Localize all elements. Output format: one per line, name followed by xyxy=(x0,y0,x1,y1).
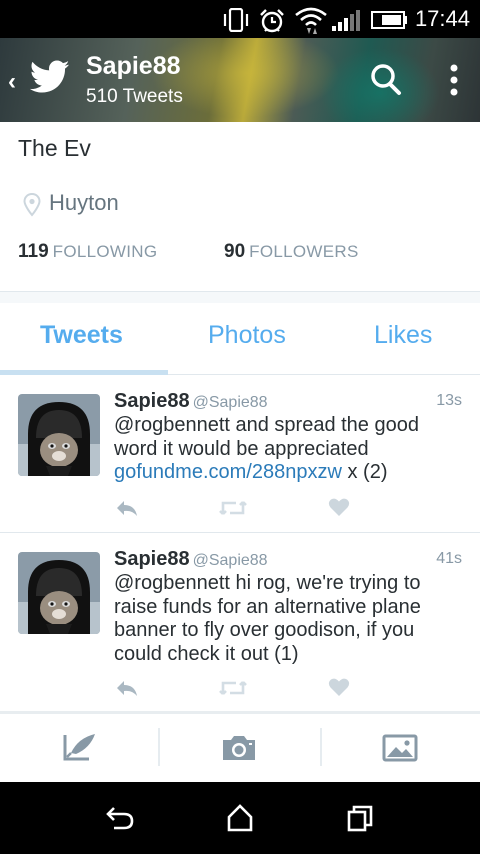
more-vert-icon xyxy=(450,64,458,96)
tweet-header: Sapie88 @Sapie88 xyxy=(114,390,268,413)
avatar-image xyxy=(18,552,100,634)
following-label: FOLLOWING xyxy=(52,242,158,261)
like-heart-icon[interactable] xyxy=(328,497,350,517)
wifi-icon xyxy=(295,7,327,34)
reply-icon[interactable] xyxy=(114,498,140,518)
avatar[interactable] xyxy=(18,552,100,634)
tweet-author-handle: @Sapie88 xyxy=(192,552,268,569)
reply-icon[interactable] xyxy=(114,678,140,698)
tweet-text: @rogbennett and spread the good word it … xyxy=(114,414,464,485)
twitter-bird-icon xyxy=(30,60,70,93)
tab-photos[interactable]: Photos xyxy=(208,321,286,350)
tweet-header: Sapie88 @Sapie88 xyxy=(114,548,268,571)
camera-button[interactable] xyxy=(199,726,279,770)
profile-tabs: Tweets Photos Likes xyxy=(0,303,480,375)
battery-icon xyxy=(371,11,407,29)
alarm-icon xyxy=(260,9,284,33)
signal-icon xyxy=(332,10,360,31)
profile-bio: The Ev xyxy=(18,135,91,161)
retweet-icon[interactable] xyxy=(218,678,248,698)
tweet-timestamp: 41s xyxy=(436,550,462,567)
avatar[interactable] xyxy=(18,394,100,476)
status-bar: 17:44 xyxy=(0,0,480,38)
search-icon xyxy=(371,64,401,95)
tab-tweets[interactable]: Tweets xyxy=(40,321,123,350)
photo-gallery-icon xyxy=(382,734,418,762)
tab-likes[interactable]: Likes xyxy=(374,321,432,350)
following-stat[interactable]: 119 FOLLOWING xyxy=(18,241,157,263)
camera-icon xyxy=(223,736,255,760)
back-icon[interactable] xyxy=(100,802,140,834)
vibrate-icon xyxy=(223,8,249,32)
tweet-item[interactable]: Sapie88 @Sapie88 41s @rogbennett hi rog, … xyxy=(0,534,480,711)
back-chevron-icon: ‹ xyxy=(8,68,16,95)
home-icon[interactable] xyxy=(220,802,260,834)
tweet-author-name[interactable]: Sapie88 xyxy=(114,548,190,570)
tweet-timestamp: 13s xyxy=(436,392,462,409)
location-pin-icon xyxy=(23,192,41,217)
system-nav-bar xyxy=(0,782,480,854)
tweet-text-tail: x (2) xyxy=(341,461,388,483)
like-heart-icon[interactable] xyxy=(328,677,350,697)
photo-gallery-button[interactable] xyxy=(360,726,440,770)
compose-divider xyxy=(320,728,322,766)
tweet-link[interactable]: gofundme.com/288npxzw xyxy=(114,461,342,483)
retweet-icon[interactable] xyxy=(218,498,248,518)
followers-count: 90 xyxy=(224,241,246,262)
tab-indicator xyxy=(0,370,168,375)
tweet-text-body: @rogbennett hi rog, we're trying to rais… xyxy=(114,572,421,665)
header-screen-name: Sapie88 xyxy=(86,52,181,80)
compose-tweet-button[interactable] xyxy=(40,726,120,770)
followers-label: FOLLOWERS xyxy=(249,242,359,261)
search-button[interactable] xyxy=(364,58,408,102)
recents-icon[interactable] xyxy=(340,802,380,834)
tweet-text-body: @rogbennett and spread the good word it … xyxy=(114,414,419,460)
status-time: 17:44 xyxy=(414,6,470,31)
back-button[interactable]: ‹ xyxy=(0,38,80,122)
compose-tweet-icon xyxy=(63,734,95,761)
tweet-author-handle: @Sapie88 xyxy=(192,394,268,411)
more-options-button[interactable] xyxy=(436,58,472,102)
compose-bar xyxy=(0,711,480,782)
header-tweet-count: 510 Tweets xyxy=(86,86,183,107)
compose-divider xyxy=(158,728,160,766)
section-separator xyxy=(0,291,480,303)
tweet-author-name[interactable]: Sapie88 xyxy=(114,390,190,412)
location-text: Huyton xyxy=(49,190,119,215)
followers-stat[interactable]: 90 FOLLOWERS xyxy=(224,241,359,263)
profile-header: ‹ Sapie88 510 Tweets xyxy=(0,38,480,122)
following-count: 119 xyxy=(18,241,49,262)
tweet-text: @rogbennett hi rog, we're trying to rais… xyxy=(114,572,464,666)
tweet-item[interactable]: Sapie88 @Sapie88 13s @rogbennett and spre… xyxy=(0,376,480,533)
avatar-image xyxy=(18,394,100,476)
